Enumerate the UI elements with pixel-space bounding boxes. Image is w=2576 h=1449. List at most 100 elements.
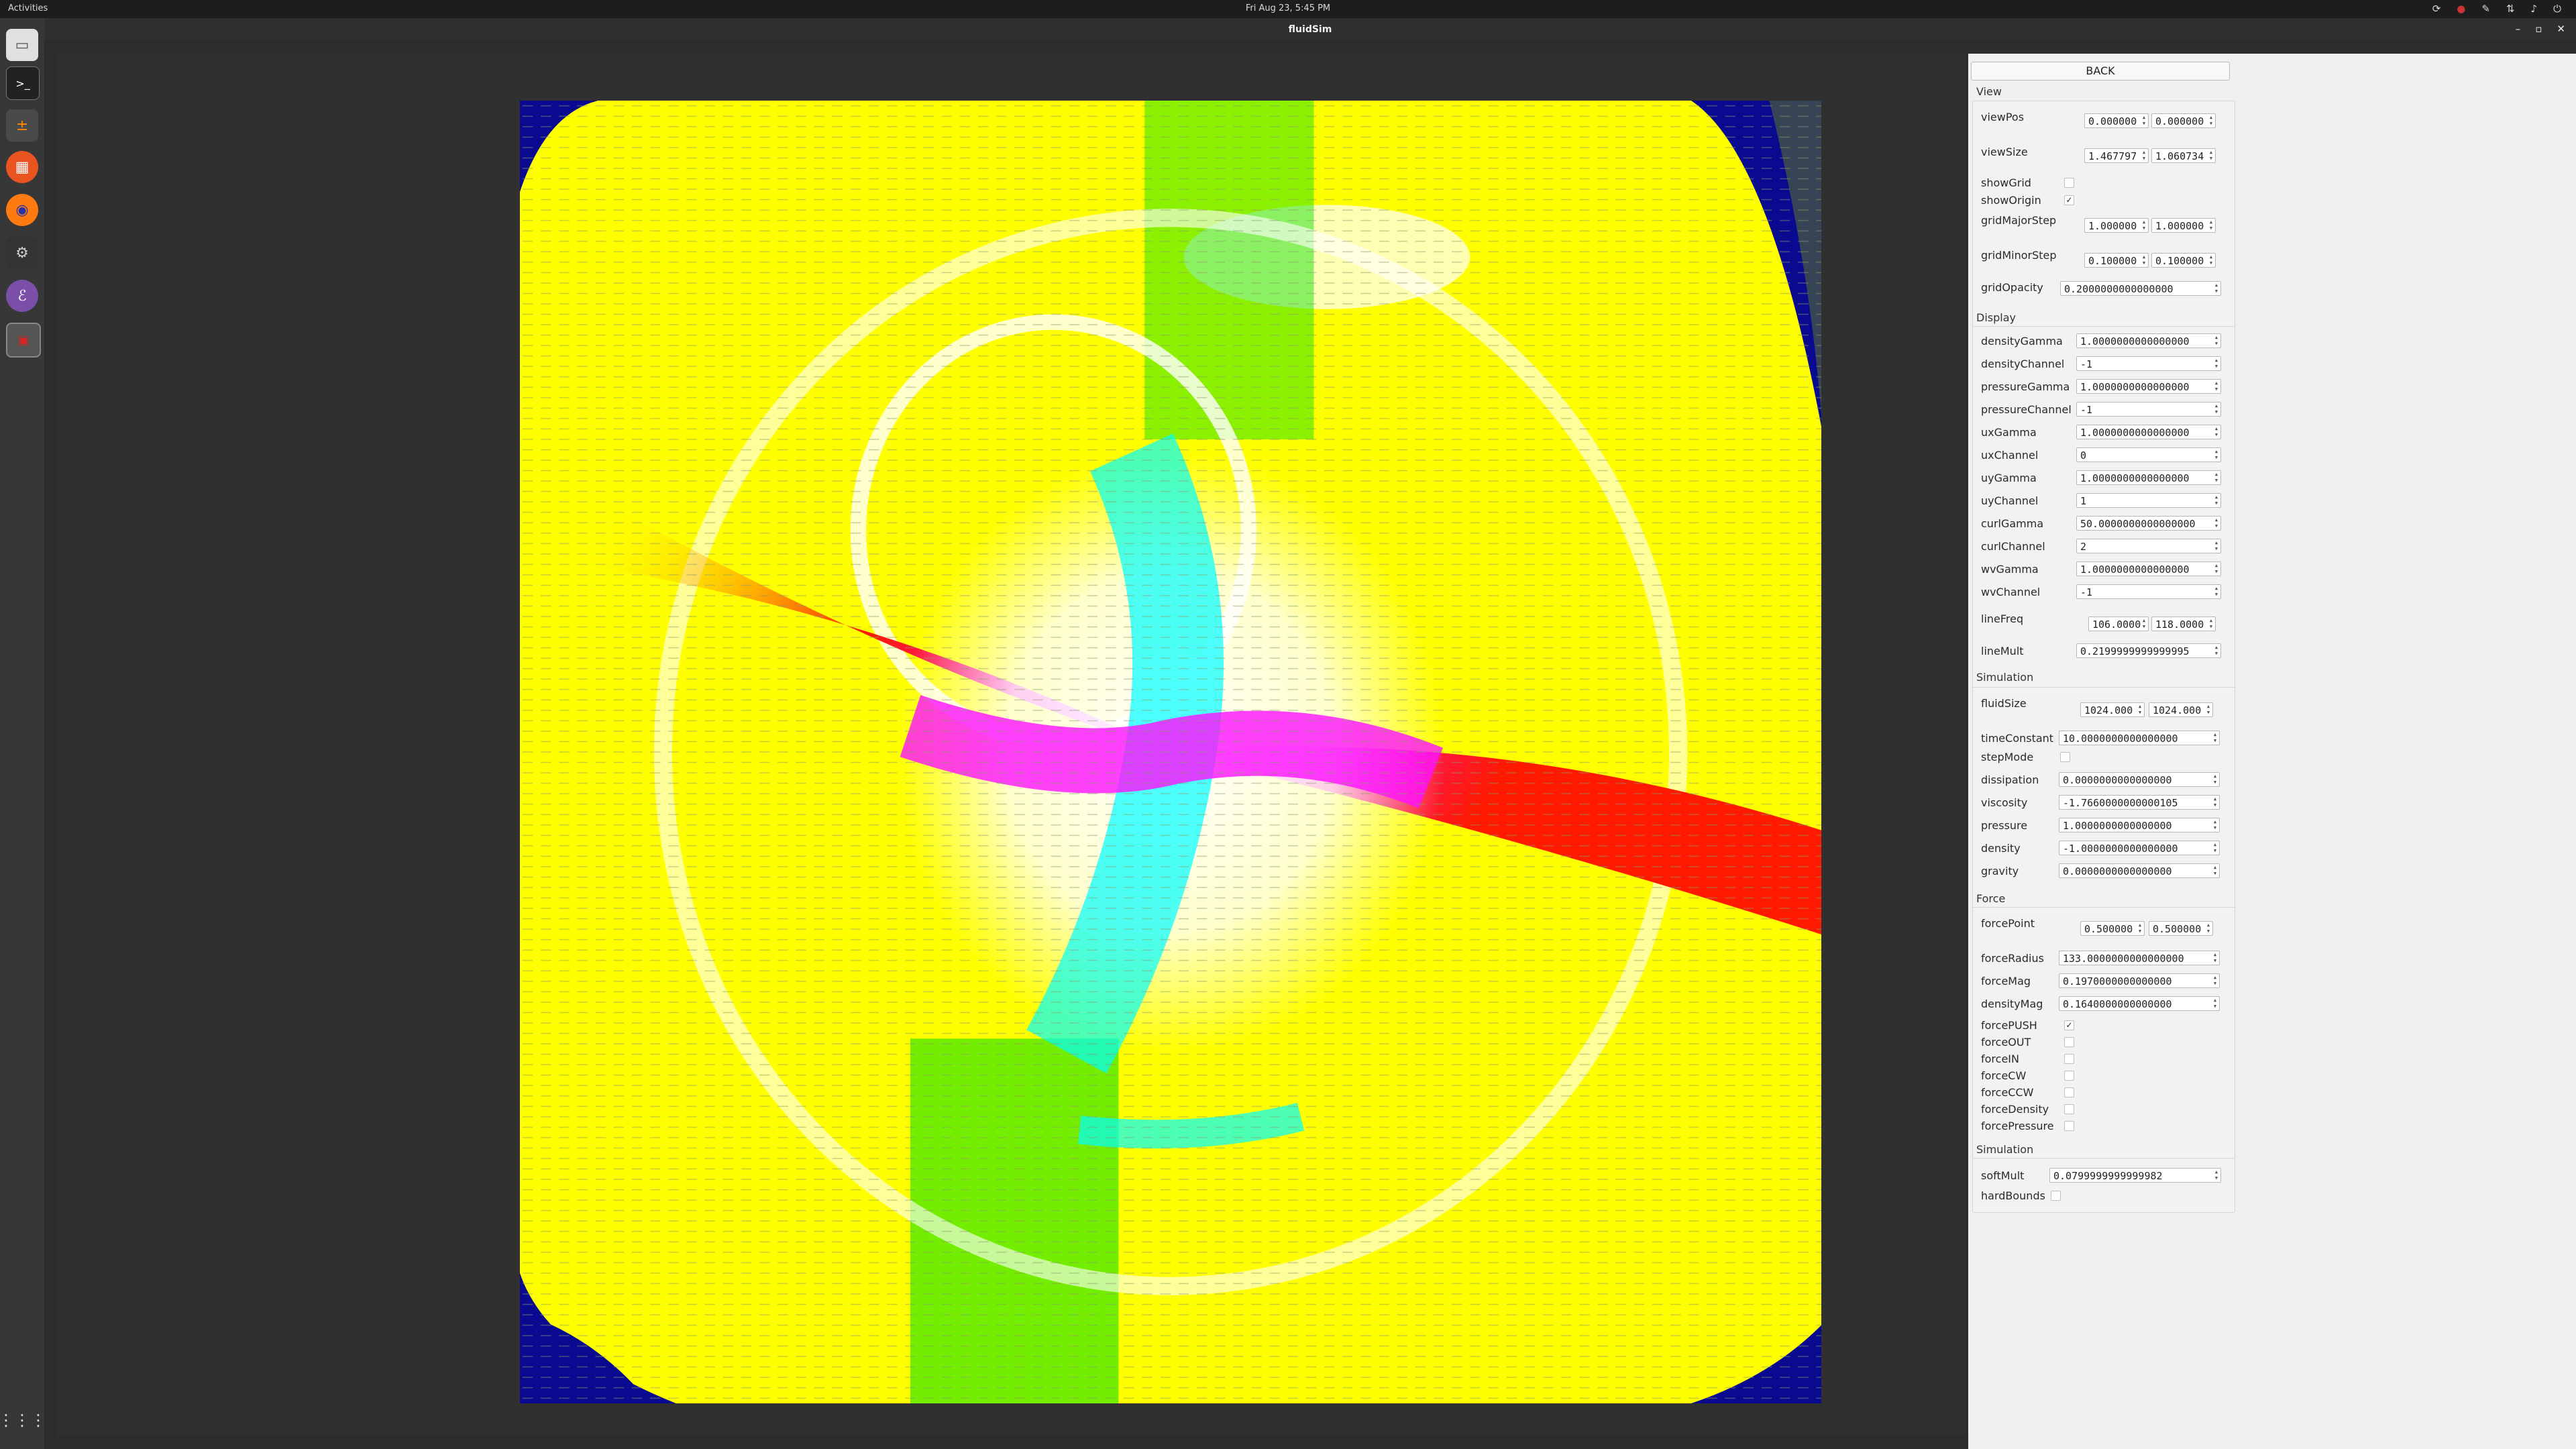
spin-arrows-icon[interactable]: ▲ ▼	[2212, 842, 2218, 854]
forcein-checkbox[interactable]	[2064, 1054, 2074, 1064]
maximize-icon[interactable]: ▫	[2535, 23, 2542, 35]
spin-arrows-icon[interactable]: ▲ ▼	[2214, 540, 2219, 552]
forcepush-checkbox[interactable]: ✓	[2064, 1020, 2074, 1030]
viscosity-input[interactable]: -1.7660000000000105 ▲ ▼	[2059, 795, 2220, 810]
wrench-icon[interactable]: ✎	[2481, 3, 2490, 15]
spin-arrows-icon[interactable]: ▲ ▼	[2212, 773, 2218, 786]
fluidsim-app-icon[interactable]: ▣	[6, 323, 41, 358]
show-apps-icon[interactable]: ⋮⋮⋮	[0, 1404, 46, 1436]
spin-arrows-icon[interactable]: ▲ ▼	[2212, 975, 2218, 987]
spin-arrows-icon[interactable]: ▲ ▼	[2141, 115, 2147, 127]
forcepoint-x-input[interactable]: 0.500000 ▲ ▼	[2080, 921, 2145, 936]
densitymag-input[interactable]: 0.1640000000000000 ▲ ▼	[2059, 996, 2220, 1011]
forcemag-input[interactable]: 0.1970000000000000 ▲ ▼	[2059, 973, 2220, 988]
density-input[interactable]: -1.0000000000000000 ▲ ▼	[2059, 841, 2220, 855]
spin-arrows-icon[interactable]: ▲ ▼	[2214, 449, 2219, 461]
gridopacity-input[interactable]: 0.2000000000000000 ▲ ▼	[2060, 281, 2221, 296]
gridmajorstep-y-input[interactable]: 1.000000 ▲ ▼	[2151, 218, 2216, 233]
stepmode-checkbox[interactable]	[2060, 752, 2070, 762]
densitychannel-input[interactable]: -1 ▲ ▼	[2076, 356, 2221, 371]
back-button[interactable]: BACK	[1971, 62, 2230, 80]
uygamma-input[interactable]: 1.0000000000000000 ▲ ▼	[2076, 470, 2221, 485]
wvchannel-input[interactable]: -1 ▲ ▼	[2076, 584, 2221, 599]
spin-arrows-icon[interactable]: ▲ ▼	[2208, 254, 2214, 266]
spin-arrows-icon[interactable]: ▲ ▼	[2214, 517, 2219, 529]
wvgamma-input[interactable]: 1.0000000000000000 ▲ ▼	[2076, 561, 2221, 576]
linemult-input[interactable]: 0.2199999999999995 ▲ ▼	[2076, 643, 2221, 658]
spin-arrows-icon[interactable]: ▲ ▼	[2137, 704, 2143, 716]
spin-arrows-icon[interactable]: ▲ ▼	[2212, 819, 2218, 831]
system-tray[interactable]: ⟳ ● ✎ ⇅ ♪ ⏻	[2432, 3, 2561, 15]
pressure-input[interactable]: 1.0000000000000000 ▲ ▼	[2059, 818, 2220, 833]
forcepoint-y-input[interactable]: 0.500000 ▲ ▼	[2149, 921, 2213, 936]
sync-icon[interactable]: ⟳	[2432, 3, 2441, 15]
softmult-input[interactable]: 0.0799999999999982 ▲ ▼	[2049, 1168, 2221, 1183]
linefreq-x-input[interactable]: 106.0000 ▲ ▼	[2088, 616, 2149, 631]
record-icon[interactable]: ●	[2457, 3, 2465, 15]
spin-arrows-icon[interactable]: ▲ ▼	[2214, 645, 2219, 657]
uxchannel-input[interactable]: 0 ▲ ▼	[2076, 447, 2221, 462]
close-icon[interactable]: ✕	[2557, 23, 2565, 35]
spin-arrows-icon[interactable]: ▲ ▼	[2212, 865, 2218, 877]
fluidsize-y-input[interactable]: 1024.000 ▲ ▼	[2149, 702, 2213, 717]
spin-arrows-icon[interactable]: ▲ ▼	[2206, 704, 2211, 716]
gridminorstep-x-input[interactable]: 0.100000 ▲ ▼	[2084, 253, 2149, 268]
viewpos-x-input[interactable]: 0.000000 ▲ ▼	[2084, 113, 2149, 128]
clock[interactable]: Fri Aug 23, 5:45 PM	[0, 3, 2576, 13]
network-icon[interactable]: ⇅	[2506, 3, 2515, 15]
hardbounds-checkbox[interactable]	[2051, 1191, 2061, 1201]
spin-arrows-icon[interactable]: ▲ ▼	[2212, 732, 2218, 744]
viewpos-y-input[interactable]: 0.000000 ▲ ▼	[2151, 113, 2216, 128]
spin-arrows-icon[interactable]: ▲ ▼	[2214, 472, 2219, 484]
volume-icon[interactable]: ♪	[2531, 3, 2538, 15]
spin-arrows-icon[interactable]: ▲ ▼	[2214, 494, 2219, 506]
pressurechannel-input[interactable]: -1 ▲ ▼	[2076, 402, 2221, 417]
gridmajorstep-x-input[interactable]: 1.000000 ▲ ▼	[2084, 218, 2149, 233]
spin-arrows-icon[interactable]: ▲ ▼	[2206, 922, 2211, 934]
forceradius-input[interactable]: 133.0000000000000000 ▲ ▼	[2059, 951, 2220, 965]
spin-arrows-icon[interactable]: ▲ ▼	[2214, 380, 2219, 392]
spin-arrows-icon[interactable]: ▲ ▼	[2208, 150, 2214, 162]
spin-arrows-icon[interactable]: ▲ ▼	[2212, 796, 2218, 808]
viewsize-y-input[interactable]: 1.060734 ▲ ▼	[2151, 148, 2216, 163]
spin-arrows-icon[interactable]: ▲ ▼	[2208, 115, 2214, 127]
terminal-icon[interactable]: >_	[6, 66, 40, 100]
showorigin-checkbox[interactable]: ✓	[2064, 195, 2074, 205]
forcedensity-checkbox[interactable]	[2064, 1104, 2074, 1114]
fluid-visualization[interactable]	[520, 101, 1821, 1403]
spin-arrows-icon[interactable]: ▲ ▼	[2214, 403, 2219, 415]
spin-arrows-icon[interactable]: ▲ ▼	[2214, 1169, 2219, 1181]
spin-arrows-icon[interactable]: ▲ ▼	[2212, 952, 2218, 964]
spin-arrows-icon[interactable]: ▲ ▼	[2208, 219, 2214, 231]
timeconstant-input[interactable]: 10.0000000000000000 ▲ ▼	[2059, 731, 2220, 745]
gridminorstep-y-input[interactable]: 0.100000 ▲ ▼	[2151, 253, 2216, 268]
forcepressure-checkbox[interactable]	[2064, 1121, 2074, 1131]
minimize-icon[interactable]: –	[2516, 23, 2521, 35]
power-icon[interactable]: ⏻	[2553, 3, 2561, 15]
software-center-icon[interactable]: ▦	[6, 151, 38, 183]
spin-arrows-icon[interactable]: ▲ ▼	[2214, 426, 2219, 438]
curlchannel-input[interactable]: 2 ▲ ▼	[2076, 539, 2221, 553]
window-titlebar[interactable]: fluidSim – ▫ ✕	[44, 18, 2576, 40]
forceccw-checkbox[interactable]	[2064, 1087, 2074, 1097]
firefox-icon[interactable]: ◉	[6, 194, 38, 226]
emacs-icon[interactable]: ℰ	[6, 280, 38, 312]
spin-arrows-icon[interactable]: ▲ ▼	[2212, 998, 2218, 1010]
files-icon[interactable]: ▭	[6, 29, 38, 61]
forceout-checkbox[interactable]	[2064, 1037, 2074, 1047]
spin-arrows-icon[interactable]: ▲ ▼	[2214, 586, 2219, 598]
spin-arrows-icon[interactable]: ▲ ▼	[2141, 219, 2147, 231]
spin-arrows-icon[interactable]: ▲ ▼	[2141, 618, 2147, 630]
uxgamma-input[interactable]: 1.0000000000000000 ▲ ▼	[2076, 425, 2221, 439]
spin-arrows-icon[interactable]: ▲ ▼	[2214, 335, 2219, 347]
calculator-icon[interactable]: ±	[6, 109, 38, 142]
spin-arrows-icon[interactable]: ▲ ▼	[2137, 922, 2143, 934]
spin-arrows-icon[interactable]: ▲ ▼	[2141, 254, 2147, 266]
gravity-input[interactable]: 0.0000000000000000 ▲ ▼	[2059, 863, 2220, 878]
viewsize-x-input[interactable]: 1.467797 ▲ ▼	[2084, 148, 2149, 163]
spin-arrows-icon[interactable]: ▲ ▼	[2214, 358, 2219, 370]
linefreq-y-input[interactable]: 118.0000 ▲ ▼	[2151, 616, 2216, 631]
dissipation-input[interactable]: 0.0000000000000000 ▲ ▼	[2059, 772, 2220, 787]
settings-tool-icon[interactable]: ⚙	[6, 237, 38, 269]
forcecw-checkbox[interactable]	[2064, 1071, 2074, 1081]
